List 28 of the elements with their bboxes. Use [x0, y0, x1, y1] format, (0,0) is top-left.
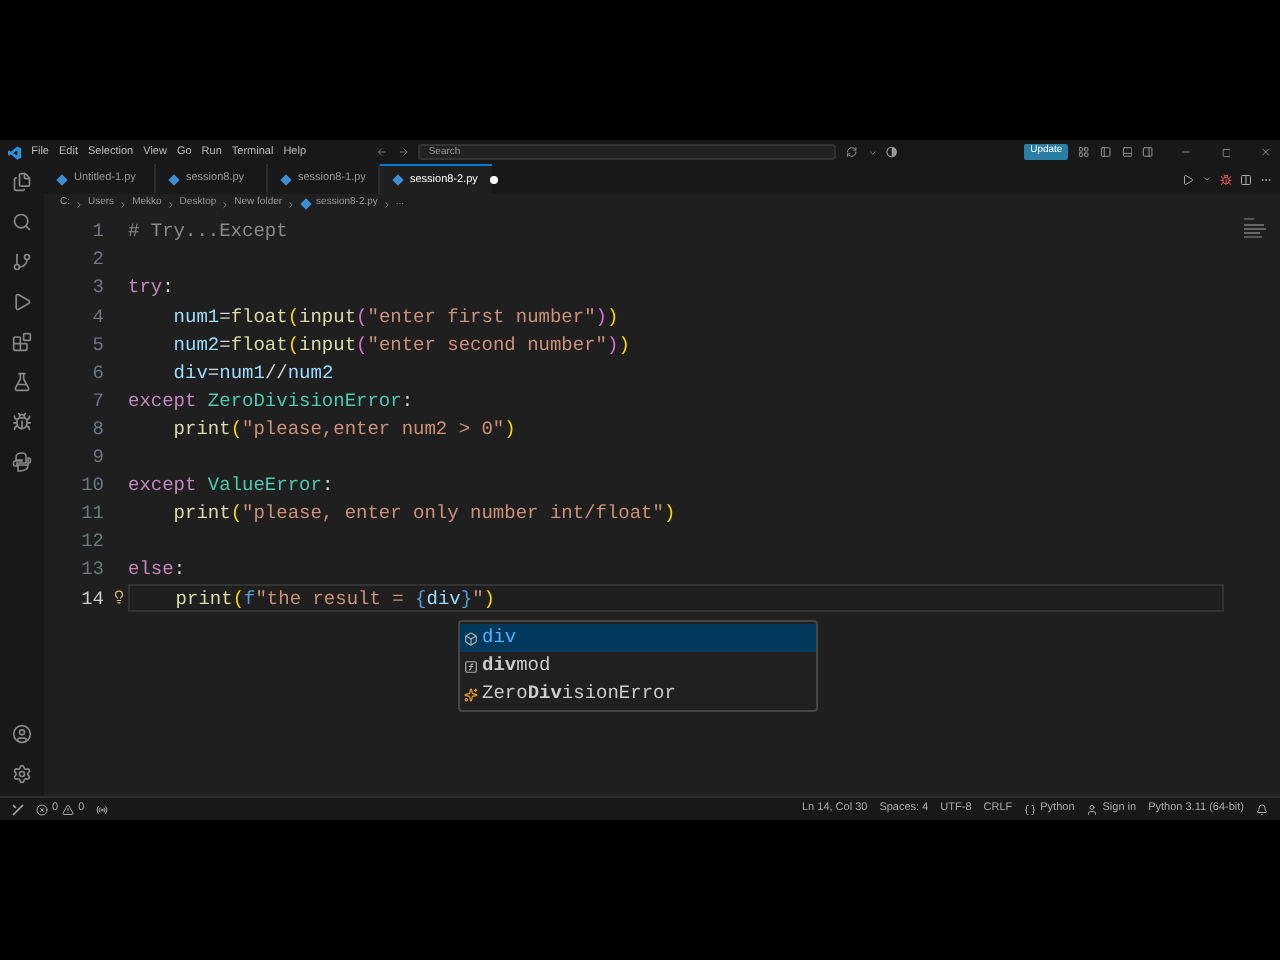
- line-number: 8: [90, 419, 104, 439]
- line-number: 12: [79, 532, 104, 552]
- line-number: 9: [90, 448, 104, 468]
- line-number: 11: [79, 504, 104, 524]
- code-line: try:: [128, 278, 174, 298]
- code-line: print("please, enter only number int/float"): [171, 504, 676, 524]
- code-line: except ZeroDivisionError:: [128, 391, 414, 411]
- suggestion-item[interactable]: div: [460, 624, 816, 652]
- suggestion-item[interactable]: ZeroDivisionError: [460, 680, 816, 708]
- line-number: 6: [90, 363, 104, 383]
- code-line: print(f"the result = {div}"): [173, 589, 495, 609]
- code-line: div=num1//num2: [171, 363, 334, 383]
- code-line: num1=float(input("enter first number")): [171, 307, 619, 327]
- code-line: print("please,enter num2 > 0"): [171, 419, 516, 439]
- line-number: 13: [79, 560, 104, 580]
- suggestion-item[interactable]: divmod: [460, 652, 816, 680]
- line-number: 4: [90, 307, 104, 327]
- line-number: 7: [90, 391, 104, 411]
- code-line: else:: [128, 560, 186, 580]
- line-number: 14: [79, 589, 104, 609]
- line-number: 5: [90, 335, 104, 355]
- code-line: num2=float(input("enter second number")): [171, 335, 630, 355]
- line-number: 2: [90, 250, 104, 270]
- code-line: # Try...Except: [128, 222, 288, 242]
- line-number: 10: [79, 476, 104, 496]
- line-number: 1: [90, 222, 104, 242]
- line-number: 3: [90, 278, 104, 298]
- code-line: except ValueError:: [128, 476, 334, 496]
